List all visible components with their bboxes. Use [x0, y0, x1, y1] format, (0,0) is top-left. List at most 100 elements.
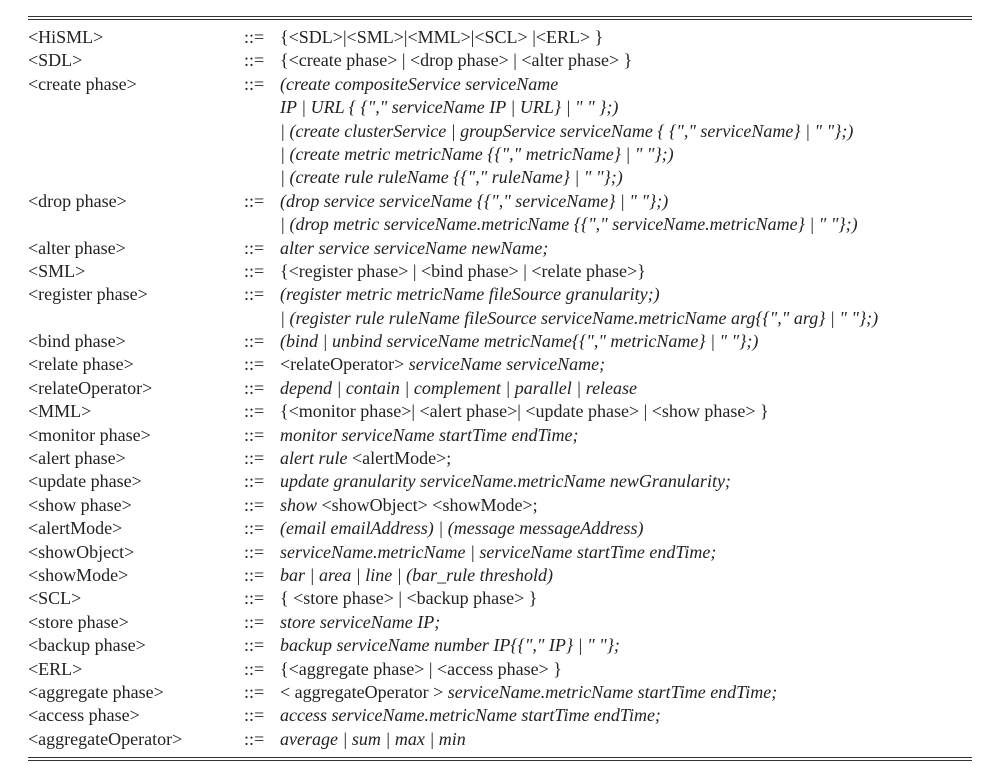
production-op: ::= [244, 73, 280, 96]
production-lhs: <create phase> [28, 73, 244, 96]
grammar-row: <relate phase>::=<relateOperator> servic… [28, 353, 972, 376]
grammar-row: | (create clusterService | groupService … [28, 120, 972, 143]
production-rhs: monitor serviceName startTime endTime; [280, 424, 972, 447]
production-op: ::= [244, 681, 280, 704]
grammar-row: | (create rule ruleName {{"," ruleName} … [28, 166, 972, 189]
production-lhs: <SCL> [28, 587, 244, 610]
production-op: ::= [244, 377, 280, 400]
production-rhs: <relateOperator> serviceName serviceName… [280, 353, 972, 376]
production-lhs: <MML> [28, 400, 244, 423]
production-lhs: <SDL> [28, 49, 244, 72]
grammar-row: <SDL>::={<create phase> | <drop phase> |… [28, 49, 972, 72]
production-lhs: <alert phase> [28, 447, 244, 470]
production-op: ::= [244, 634, 280, 657]
production-rhs: (bind | unbind serviceName metricName{{"… [280, 330, 972, 353]
production-op: ::= [244, 190, 280, 213]
production-rhs: average | sum | max | min [280, 728, 972, 751]
grammar-row: <alertMode>::=(email emailAddress) | (me… [28, 517, 972, 540]
production-rhs: | (create metric metricName {{"," metric… [280, 143, 972, 166]
production-rhs: bar | area | line | (bar_rule threshold) [280, 564, 972, 587]
grammar-row: <access phase>::=access serviceName.metr… [28, 704, 972, 727]
production-lhs: <ERL> [28, 658, 244, 681]
grammar-row: <bind phase>::=(bind | unbind serviceNam… [28, 330, 972, 353]
grammar-row: <monitor phase>::=monitor serviceName st… [28, 424, 972, 447]
production-op: ::= [244, 447, 280, 470]
production-lhs: <showMode> [28, 564, 244, 587]
production-op: ::= [244, 424, 280, 447]
production-lhs: <alertMode> [28, 517, 244, 540]
production-op: ::= [244, 564, 280, 587]
production-rhs: depend | contain | complement | parallel… [280, 377, 972, 400]
production-lhs: <drop phase> [28, 190, 244, 213]
production-op: ::= [244, 260, 280, 283]
production-op: ::= [244, 611, 280, 634]
production-rhs: {<SDL>|<SML>|<MML>|<SCL> |<ERL> } [280, 26, 972, 49]
production-lhs: <aggregateOperator> [28, 728, 244, 751]
grammar-row: <aggregate phase>::=< aggregateOperator … [28, 681, 972, 704]
production-op: ::= [244, 26, 280, 49]
production-rhs: update granularity serviceName.metricNam… [280, 470, 972, 493]
production-rhs: alert rule <alertMode>; [280, 447, 972, 470]
grammar-row: | (register rule ruleName fileSource ser… [28, 307, 972, 330]
grammar-row: <update phase>::=update granularity serv… [28, 470, 972, 493]
grammar-row: <alert phase>::=alert rule <alertMode>; [28, 447, 972, 470]
production-op: ::= [244, 587, 280, 610]
grammar-row: <show phase>::=show <showObject> <showMo… [28, 494, 972, 517]
production-op: ::= [244, 541, 280, 564]
production-rhs: {<create phase> | <drop phase> | <alter … [280, 49, 972, 72]
grammar-row: <drop phase>::=(drop service serviceName… [28, 190, 972, 213]
production-lhs: <update phase> [28, 470, 244, 493]
grammar-row: <create phase>::=(create compositeServic… [28, 73, 972, 96]
production-lhs: <showObject> [28, 541, 244, 564]
production-op: ::= [244, 470, 280, 493]
production-rhs: (drop service serviceName {{"," serviceN… [280, 190, 972, 213]
production-op: ::= [244, 237, 280, 260]
production-lhs: <SML> [28, 260, 244, 283]
production-op: ::= [244, 517, 280, 540]
production-rhs: serviceName.metricName | serviceName sta… [280, 541, 972, 564]
production-lhs: <store phase> [28, 611, 244, 634]
production-lhs: <relate phase> [28, 353, 244, 376]
production-rhs: (email emailAddress) | (message messageA… [280, 517, 972, 540]
production-lhs: <monitor phase> [28, 424, 244, 447]
production-rhs: access serviceName.metricName startTime … [280, 704, 972, 727]
grammar-row: <SCL>::={ <store phase> | <backup phase>… [28, 587, 972, 610]
grammar-row: <backup phase>::=backup serviceName numb… [28, 634, 972, 657]
production-rhs: backup serviceName number IP{{"," IP} | … [280, 634, 972, 657]
production-lhs: <show phase> [28, 494, 244, 517]
production-op: ::= [244, 400, 280, 423]
grammar-row: <store phase>::=store serviceName IP; [28, 611, 972, 634]
grammar-row: <MML>::={<monitor phase>| <alert phase>|… [28, 400, 972, 423]
grammar-row: <aggregateOperator>::=average | sum | ma… [28, 728, 972, 751]
production-rhs: {<monitor phase>| <alert phase>| <update… [280, 400, 972, 423]
production-op: ::= [244, 353, 280, 376]
production-lhs: <alter phase> [28, 237, 244, 260]
production-rhs: store serviceName IP; [280, 611, 972, 634]
production-lhs: <aggregate phase> [28, 681, 244, 704]
production-lhs: <bind phase> [28, 330, 244, 353]
production-lhs: <register phase> [28, 283, 244, 306]
grammar-row: <SML>::={<register phase> | <bind phase>… [28, 260, 972, 283]
production-lhs: <HiSML> [28, 26, 244, 49]
production-lhs: <relateOperator> [28, 377, 244, 400]
production-rhs: show <showObject> <showMode>; [280, 494, 972, 517]
production-rhs: alter service serviceName newName; [280, 237, 972, 260]
grammar-row: IP | URL { {"," serviceName IP | URL} | … [28, 96, 972, 119]
grammar-row: <showObject>::=serviceName.metricName | … [28, 541, 972, 564]
grammar-row: <ERL>::={<aggregate phase> | <access pha… [28, 658, 972, 681]
production-rhs: {<aggregate phase> | <access phase> } [280, 658, 972, 681]
grammar-row: | (drop metric serviceName.metricName {{… [28, 213, 972, 236]
production-rhs: IP | URL { {"," serviceName IP | URL} | … [280, 96, 972, 119]
production-rhs: (register metric metricName fileSource g… [280, 283, 972, 306]
production-lhs: <backup phase> [28, 634, 244, 657]
production-rhs: (create compositeService serviceName [280, 73, 972, 96]
production-op: ::= [244, 49, 280, 72]
production-op: ::= [244, 658, 280, 681]
grammar-row: <alter phase>::=alter service serviceNam… [28, 237, 972, 260]
grammar-table: <HiSML>::={<SDL>|<SML>|<MML>|<SCL> |<ERL… [28, 16, 972, 761]
production-lhs: <access phase> [28, 704, 244, 727]
production-rhs: {<register phase> | <bind phase> | <rela… [280, 260, 972, 283]
grammar-row: <relateOperator>::=depend | contain | co… [28, 377, 972, 400]
production-rhs: { <store phase> | <backup phase> } [280, 587, 972, 610]
grammar-row: <showMode>::=bar | area | line | (bar_ru… [28, 564, 972, 587]
